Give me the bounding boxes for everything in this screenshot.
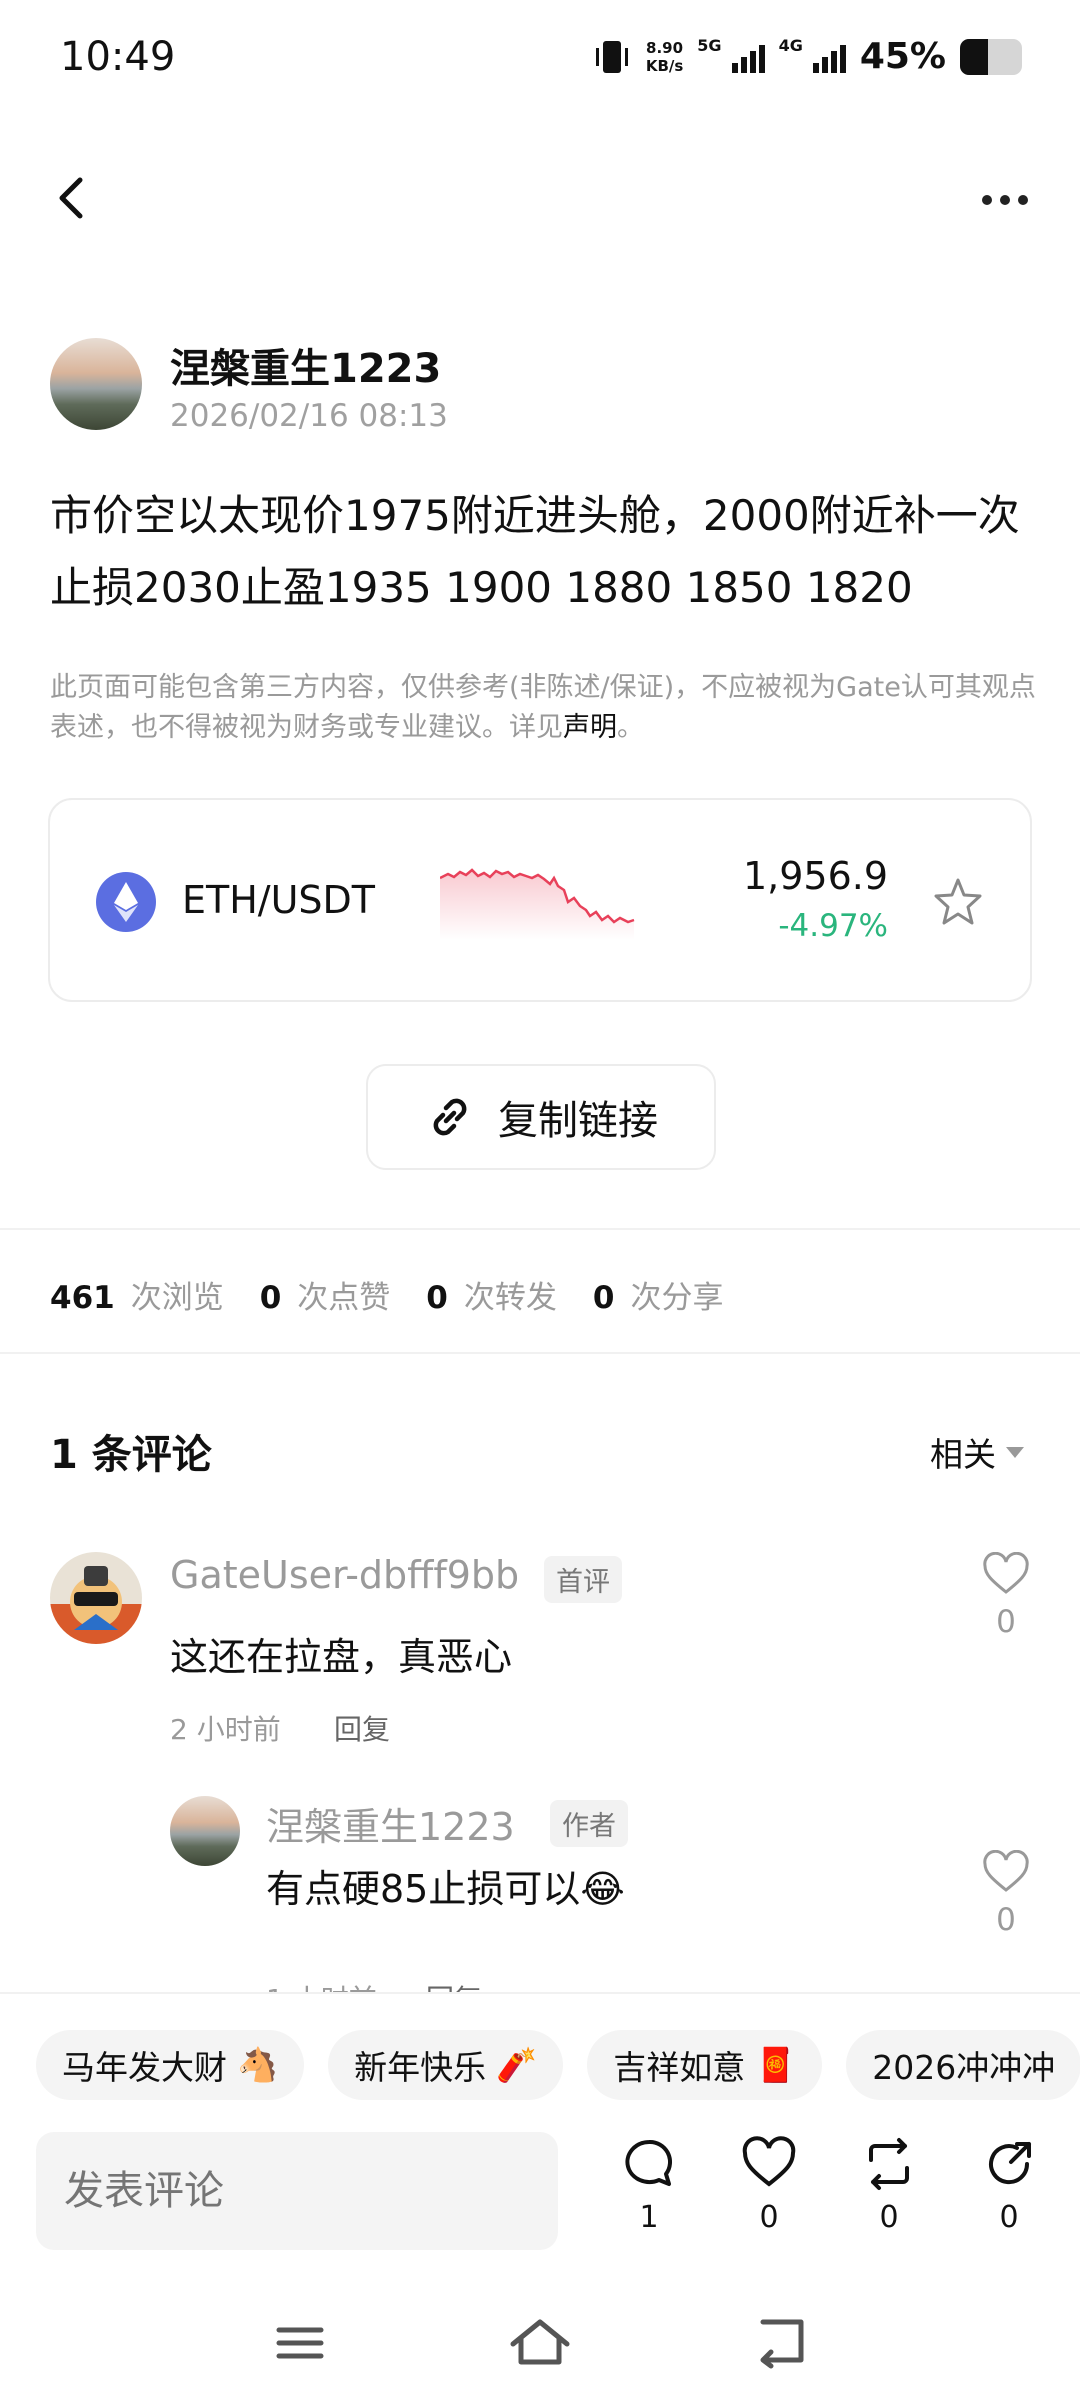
divider [0, 1228, 1080, 1230]
chip-ma-nian[interactable]: 马年发大财 🐴 [36, 2030, 305, 2100]
likes-action-count: 0 [759, 2200, 779, 2235]
sim1-label: 5G [697, 36, 722, 55]
shares-label: 次分享 [630, 1280, 724, 1316]
comment-like-count: 0 [996, 1604, 1016, 1640]
post-time: 2026/02/16 08:13 [170, 398, 448, 434]
ticker-price: 1,956.9 [742, 854, 888, 898]
reply-text: 有点硬85止损可以😂 [266, 1867, 625, 1911]
author-avatar[interactable] [50, 338, 142, 430]
sort-dropdown[interactable]: 相关 [930, 1428, 1024, 1476]
status-icons: 8.90 KB/s 5G 4G 45% [592, 36, 1022, 77]
home-icon [510, 2319, 570, 2365]
battery-fill [960, 38, 988, 75]
signal-icon [812, 41, 846, 73]
disclaimer-link[interactable]: 声明 [563, 712, 617, 743]
likes-label: 次点赞 [297, 1280, 391, 1316]
comment-time: 2 小时前 [170, 1713, 281, 1746]
like-action[interactable]: 0 [734, 2136, 804, 2235]
status-time: 10:49 [60, 34, 176, 80]
sim2-label: 4G [778, 36, 803, 55]
ticker-pair: ETH/USDT [182, 878, 376, 922]
ticker-change: -4.97% [778, 908, 888, 944]
comment-author[interactable]: GateUser-dbfff9bb [170, 1553, 519, 1597]
battery-percent: 45% [859, 36, 946, 77]
reposts-label: 次转发 [463, 1280, 557, 1316]
home-button[interactable] [505, 2308, 575, 2378]
copy-link-button[interactable]: 复制链接 [366, 1064, 716, 1170]
chip-xin-nian[interactable]: 新年快乐 🧨 [328, 2030, 564, 2100]
signal-icon [731, 41, 765, 73]
star-icon [934, 878, 982, 925]
heart-icon [983, 1551, 1029, 1594]
disclaimer: 此页面可能包含第三方内容，仅供参考(非陈述/保证)，不应被视为Gate认可其观点… [50, 672, 1036, 743]
divider [0, 1352, 1080, 1354]
heart-icon [742, 2136, 796, 2187]
comment-input[interactable] [36, 2132, 558, 2250]
status-bar: 10:49 8.90 KB/s 5G 4G 45% [0, 0, 1080, 120]
red-envelope-icon: 🧧 [755, 2045, 797, 2084]
chip-2026[interactable]: 2026冲冲冲 [846, 2030, 1080, 2100]
system-nav-bar [0, 2290, 1080, 2400]
system-back-button[interactable] [745, 2308, 815, 2378]
post-stats: 461 次浏览 0 次点赞 0 次转发 0 次分享 [50, 1272, 759, 1317]
author-badge: 作者 [550, 1800, 628, 1847]
commenter-avatar[interactable] [50, 1552, 142, 1644]
comment-icon [625, 2139, 672, 2186]
more-icon [982, 195, 992, 205]
battery-icon [960, 38, 1022, 75]
author-name[interactable]: 涅槃重生1223 [170, 336, 441, 394]
back-button[interactable] [52, 170, 92, 226]
chevron-down-icon [1006, 1446, 1024, 1458]
back-icon [760, 2319, 804, 2369]
share-action[interactable]: 0 [974, 2136, 1044, 2235]
menu-icon [276, 2327, 324, 2359]
post-content: 市价空以太现价1975附近进头舱，2000附近补一次止损2030止盈1935 1… [50, 491, 1020, 612]
chip-ji-xiang[interactable]: 吉祥如意 🧧 [587, 2030, 823, 2100]
reposts-action-count: 0 [879, 2200, 899, 2235]
favorite-button[interactable] [932, 876, 984, 928]
likes-count: 0 [259, 1280, 282, 1316]
price-sparkline [440, 868, 635, 940]
share-icon [989, 2142, 1031, 2185]
ticker-card[interactable]: ETH/USDT 1,956.9 -4.97% [48, 798, 1032, 1002]
copy-link-label: 复制链接 [498, 1098, 658, 1144]
net-speed: 8.90 KB/s [645, 38, 684, 75]
back-arrow-icon [59, 177, 83, 219]
views-count: 461 [50, 1280, 115, 1316]
firecracker-icon: 🧨 [496, 2045, 538, 2084]
eth-icon [96, 872, 156, 932]
menu-button[interactable] [265, 2308, 335, 2378]
reply-author-avatar[interactable] [170, 1796, 240, 1866]
comment-text: 这还在拉盘，真恶心 [170, 1635, 513, 1679]
repost-icon [869, 2138, 909, 2190]
link-icon [433, 1098, 467, 1136]
reply-button[interactable]: 回复 [334, 1708, 390, 1748]
first-comment-badge: 首评 [544, 1556, 622, 1603]
comments-action[interactable]: 1 [614, 2136, 684, 2235]
comments-count: 1 [639, 2200, 659, 2235]
shares-count: 0 [592, 1280, 615, 1316]
reply-like-button[interactable]: 0 [976, 1849, 1036, 1938]
views-label: 次浏览 [130, 1280, 224, 1316]
comment-like-button[interactable]: 0 [976, 1551, 1036, 1640]
horse-icon: 🐴 [237, 2045, 279, 2084]
vibrate-icon [595, 40, 628, 73]
reply-like-count: 0 [996, 1902, 1016, 1938]
heart-icon [983, 1849, 1029, 1892]
reposts-count: 0 [426, 1280, 448, 1316]
comments-title: 1 条评论 [50, 1432, 212, 1478]
shares-action-count: 0 [999, 2200, 1019, 2235]
repost-action[interactable]: 0 [854, 2136, 924, 2235]
reply-author[interactable]: 涅槃重生1223 [266, 1796, 515, 1851]
quick-reply-chips: 马年发大财 🐴 新年快乐 🧨 吉祥如意 🧧 2026冲冲冲 [36, 2030, 1080, 2100]
more-button[interactable] [970, 180, 1040, 220]
